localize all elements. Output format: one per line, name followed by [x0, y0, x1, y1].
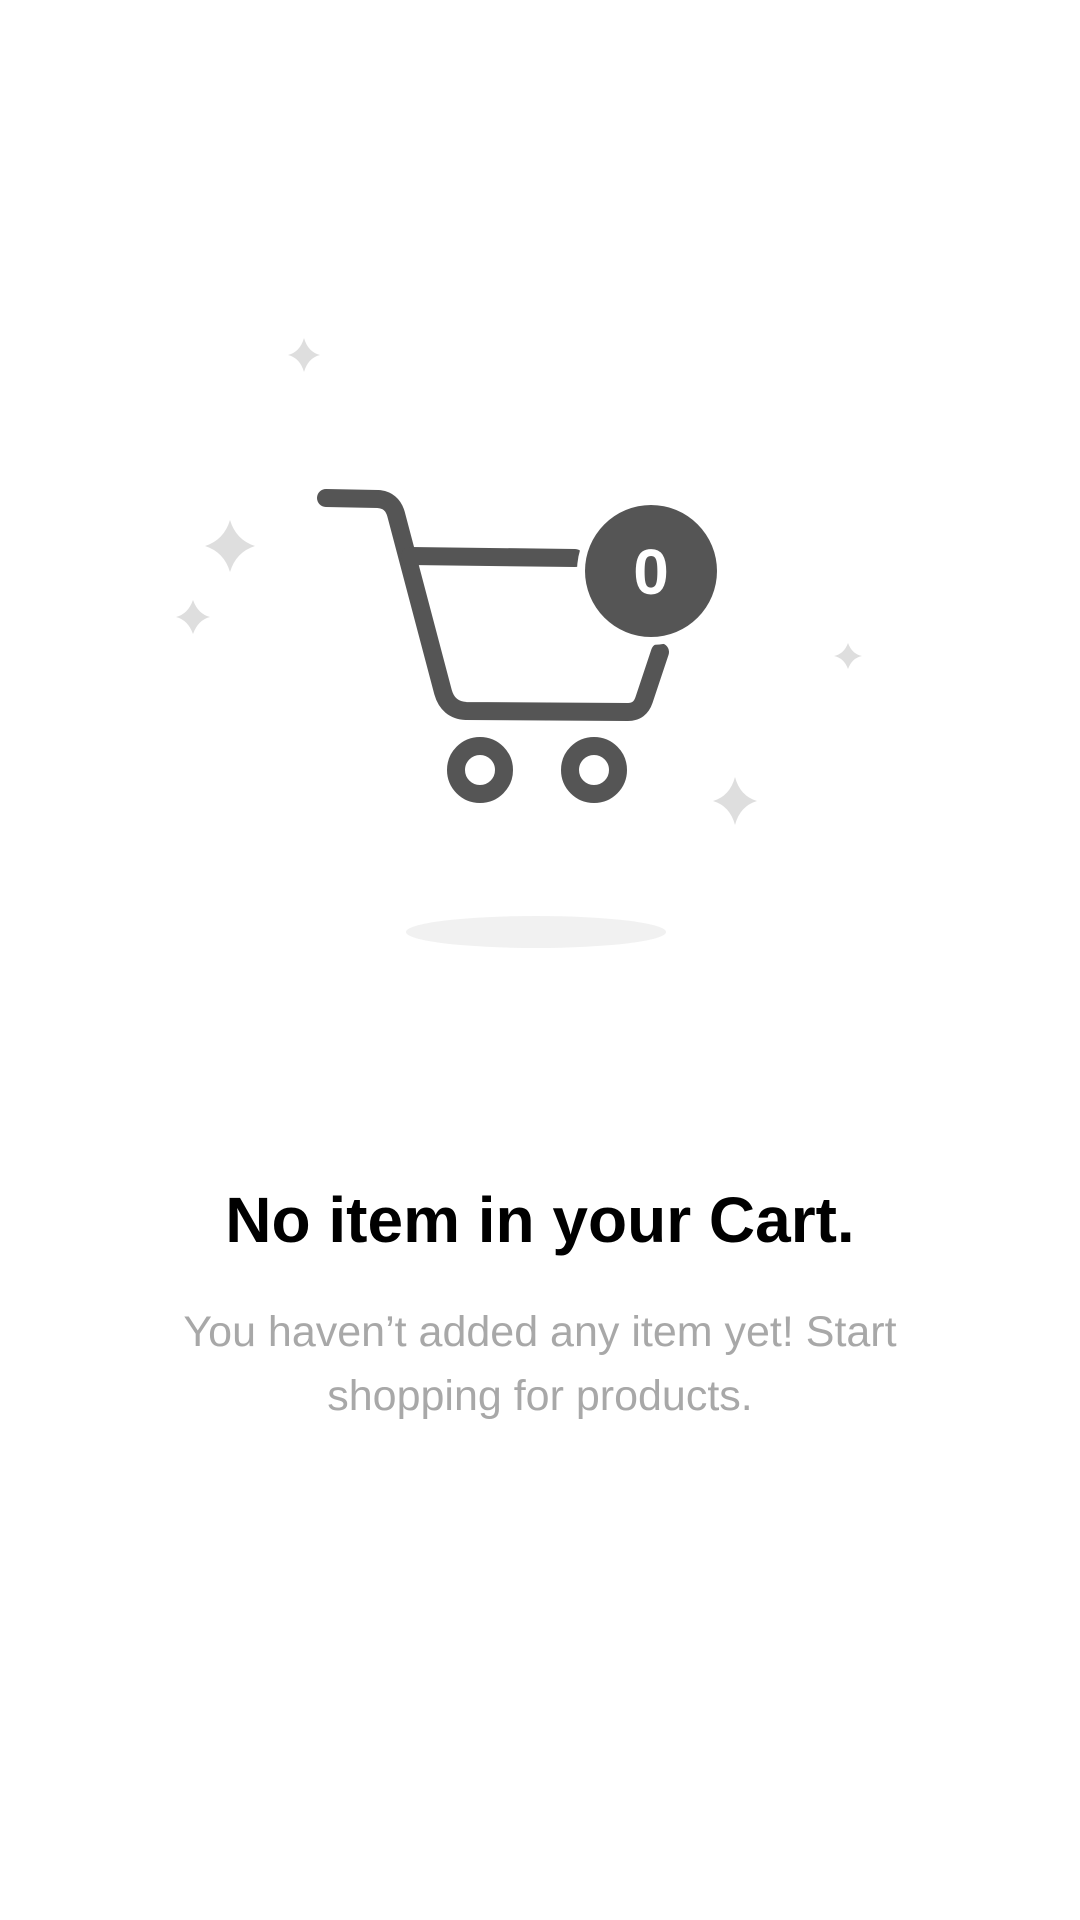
empty-cart-screen: 0 No item in your Cart. You haven’t adde…	[0, 0, 1080, 1920]
sparkle-icon	[205, 520, 255, 572]
empty-cart-illustration: 0	[176, 338, 862, 948]
empty-cart-message: You haven’t added any item yet! Start sh…	[183, 1308, 897, 1420]
sparkle-icon	[288, 338, 320, 372]
cart-shadow	[406, 916, 666, 948]
empty-cart-title: No item in your Cart.	[225, 1184, 855, 1256]
cart-count-badge: 0	[577, 497, 725, 645]
sparkle-icon	[834, 643, 862, 669]
cart-count-text: 0	[633, 536, 669, 608]
sparkle-icon	[713, 777, 757, 825]
sparkle-icon	[176, 600, 210, 634]
